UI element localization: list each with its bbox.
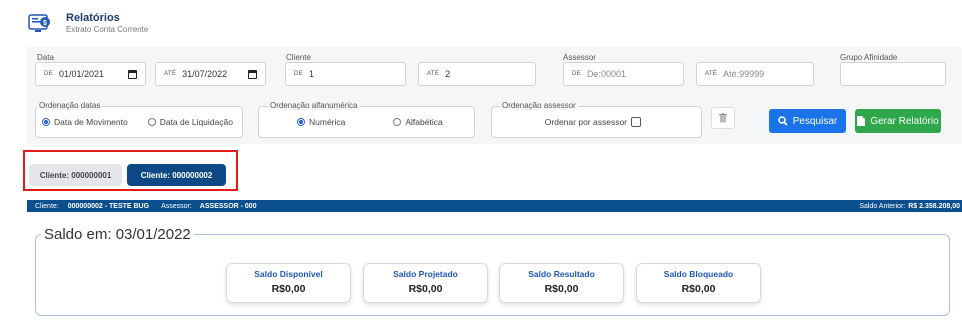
radio-data-liquidacao-label: Data de Liquidação <box>159 117 233 127</box>
ordenacao-datas-legend: Ordenação datas <box>37 101 103 110</box>
pesquisar-label: Pesquisar <box>792 115 838 127</box>
saldo-card-title: Saldo Projetado <box>393 269 458 279</box>
cliente-label: Cliente <box>286 53 311 62</box>
cliente-to-value: 2 <box>445 69 451 79</box>
page-subtitle: Extrato Conta Corrente <box>66 25 149 34</box>
bar-cliente-value: 000000002 - TESTE BUG <box>67 202 150 210</box>
saldo-card-value: R$0,00 <box>408 283 443 295</box>
cliente-to-prefix: ATÉ <box>427 71 440 77</box>
date-from-field[interactable]: DE 01/01/2021 <box>35 62 146 86</box>
date-from-value: 01/01/2021 <box>58 69 104 79</box>
checkbox-icon <box>631 117 641 127</box>
saldo-disponivel-card: Saldo Disponível R$0,00 <box>226 263 351 303</box>
assessor-label: Assessor <box>563 53 596 62</box>
bar-saldo-anterior-label: Saldo Anterior: <box>859 202 906 210</box>
ordenacao-alfa-legend: Ordenação alfanumérica <box>268 101 360 110</box>
bar-cliente-label: Cliente: <box>35 202 59 210</box>
date-to-prefix: ATÉ <box>164 71 177 77</box>
ordenacao-assessor-group: Ordenar por assessor <box>491 106 702 138</box>
radio-unselected-icon <box>147 118 156 126</box>
saldo-resultado-card: Saldo Resultado R$0,00 <box>499 263 624 303</box>
gerar-relatorio-label: Gerar Relatório <box>870 115 939 127</box>
assessor-to-prefix: ATÉ <box>705 71 718 77</box>
date-to-field[interactable]: ATÉ 31/07/2022 <box>155 62 266 86</box>
page-title: Relatórios <box>66 12 120 24</box>
ordenacao-datas-group: Data de Movimento Data de Liquidação <box>35 106 243 138</box>
file-icon <box>857 116 866 126</box>
radio-numerica[interactable]: Numérica <box>297 117 345 127</box>
search-icon <box>777 116 788 126</box>
assessor-from-field[interactable]: DE De:00001 <box>563 62 684 86</box>
saldo-title: Saldo em: 03/01/2022 <box>41 226 194 243</box>
radio-data-movimento-label: Data de Movimento <box>54 117 128 127</box>
grupo-afinidade-input[interactable] <box>840 62 946 86</box>
gerar-relatorio-button[interactable]: Gerar Relatório <box>855 109 941 133</box>
radio-alfabetica-label: Alfabética <box>405 117 443 127</box>
data-label: Data <box>37 53 54 62</box>
radio-unselected-icon <box>393 118 402 126</box>
ordenar-assessor-checkbox[interactable]: Ordenar por assessor <box>545 117 641 127</box>
ordenacao-assessor-legend: Ordenação assessor <box>500 101 578 110</box>
svg-text:$: $ <box>43 20 47 27</box>
saldo-card-title: Saldo Bloqueado <box>663 269 734 279</box>
cliente-from-value: 1 <box>308 69 314 79</box>
calendar-icon[interactable] <box>248 69 257 79</box>
tab-cliente-000000002[interactable]: Cliente: 000000002 <box>127 164 226 186</box>
cliente-to-field[interactable]: ATÉ 2 <box>418 62 536 86</box>
bar-saldo-anterior-value: R$ 2.358.208,00 <box>908 202 960 210</box>
assessor-from-placeholder: De:00001 <box>586 69 626 79</box>
saldo-projetado-card: Saldo Projetado R$0,00 <box>363 263 488 303</box>
date-from-prefix: DE <box>44 71 53 77</box>
radio-numerica-label: Numérica <box>309 117 346 127</box>
client-info-bar: Cliente: 000000002 - TESTE BUG Assessor:… <box>27 200 962 212</box>
ordenacao-alfa-group: Numérica Alfabética <box>258 106 475 138</box>
pesquisar-button[interactable]: Pesquisar <box>769 109 846 133</box>
cliente-from-prefix: DE <box>294 71 303 77</box>
tab-cliente-000000001[interactable]: Cliente: 000000001 <box>29 164 122 186</box>
saldo-card-value: R$0,00 <box>271 283 306 295</box>
radio-alfabetica[interactable]: Alfabética <box>393 117 443 127</box>
clear-button[interactable] <box>711 107 735 129</box>
saldo-bloqueado-card: Saldo Bloqueado R$0,00 <box>636 263 761 303</box>
saldo-card-value: R$0,00 <box>681 283 716 295</box>
assessor-to-placeholder: Até:99999 <box>723 69 765 79</box>
saldo-card-title: Saldo Disponível <box>254 269 323 279</box>
trash-icon <box>719 113 727 123</box>
saldo-card-title: Saldo Resultado <box>528 269 595 279</box>
cliente-from-field[interactable]: DE 1 <box>285 62 406 86</box>
grupo-afinidade-label: Grupo Afinidade <box>840 53 898 62</box>
report-icon: $ <box>27 13 53 35</box>
assessor-to-field[interactable]: ATÉ Até:99999 <box>696 62 814 86</box>
calendar-icon[interactable] <box>128 69 137 79</box>
saldo-panel <box>35 234 950 316</box>
ordenar-assessor-label: Ordenar por assessor <box>544 117 627 127</box>
assessor-from-prefix: DE <box>572 71 581 77</box>
radio-data-movimento[interactable]: Data de Movimento <box>42 117 128 127</box>
radio-selected-icon <box>42 118 50 126</box>
radio-data-liquidacao[interactable]: Data de Liquidação <box>147 117 233 127</box>
date-to-value: 31/07/2022 <box>182 69 228 79</box>
bar-assessor-label: Assessor: <box>161 202 192 210</box>
saldo-card-value: R$0,00 <box>544 283 579 295</box>
bar-assessor-value: ASSESSOR - 000 <box>199 202 257 210</box>
radio-selected-icon <box>297 118 305 126</box>
